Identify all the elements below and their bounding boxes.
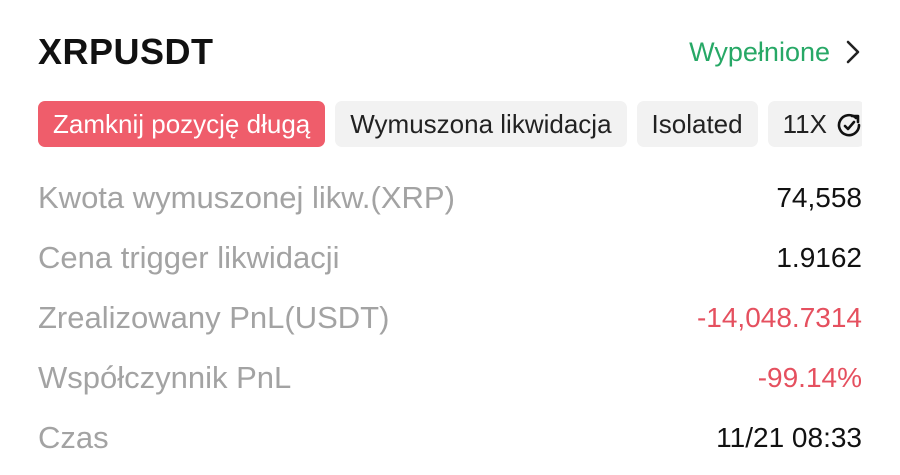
detail-label: Kwota wymuszonej likw.(XRP)	[38, 180, 455, 215]
tag-leverage-label: 11X	[782, 108, 827, 139]
tag-forced-liquidation: Wymuszona likwidacja	[335, 101, 627, 147]
order-details: Kwota wymuszonej likw.(XRP) 74,558 Cena …	[38, 168, 862, 468]
detail-label: Czas	[38, 420, 109, 455]
detail-row-trigger-price: Cena trigger likwidacji 1.9162	[38, 228, 862, 288]
detail-row-realized-pnl: Zrealizowany PnL(USDT) -14,048.7314	[38, 288, 862, 348]
detail-label: Cena trigger likwidacji	[38, 240, 340, 275]
detail-value: 11/21 08:33	[716, 422, 862, 453]
tag-close-long: Zamknij pozycję długą	[38, 101, 326, 147]
order-status-label: Wypełnione	[689, 36, 830, 67]
detail-row-liquidation-amount: Kwota wymuszonej likw.(XRP) 74,558	[38, 168, 862, 228]
trading-pair-symbol: XRPUSDT	[38, 31, 214, 72]
detail-label: Zrealizowany PnL(USDT)	[38, 300, 390, 335]
detail-value: 74,558	[776, 182, 862, 213]
detail-row-time: Czas 11/21 08:33	[38, 408, 862, 468]
order-status-link[interactable]: Wypełnione	[689, 37, 860, 68]
detail-value: -14,048.7314	[696, 302, 862, 333]
order-tags: Zamknij pozycję długą Wymuszona likwidac…	[38, 101, 862, 147]
chevron-right-icon	[846, 40, 860, 64]
detail-value: 1.9162	[776, 242, 862, 273]
tag-margin-mode: Isolated	[636, 101, 758, 147]
leverage-adjust-icon	[837, 113, 861, 137]
tag-leverage: 11X	[767, 101, 862, 147]
order-header: XRPUSDT Wypełnione	[38, 30, 860, 74]
detail-value: -99.14%	[757, 362, 862, 393]
detail-row-pnl-ratio: Współczynnik PnL -99.14%	[38, 348, 862, 408]
detail-label: Współczynnik PnL	[38, 360, 292, 395]
